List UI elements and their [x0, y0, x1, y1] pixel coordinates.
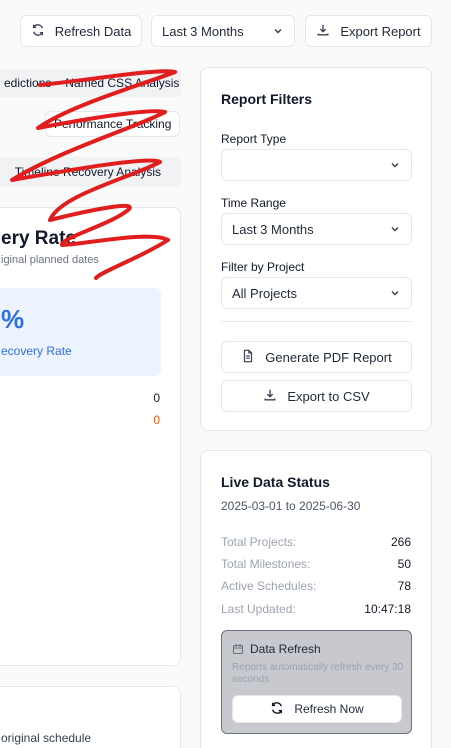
live-data-range: 2025-03-01 to 2025-06-30 [221, 499, 361, 513]
project-filter-value: All Projects [232, 285, 298, 301]
report-filters-card: Report Filters Report Type Time Range La… [200, 67, 432, 431]
stat-row: Total Projects: 266 [221, 535, 411, 549]
data-refresh-header: Data Refresh [232, 642, 321, 656]
export-report-button[interactable]: Export Report [305, 15, 432, 47]
stat-value: 10:47:18 [364, 602, 411, 616]
stat-row: Last Updated: 10:47:18 [221, 602, 411, 616]
tab-performance-tracking[interactable]: Performance Tracking [45, 111, 181, 137]
project-filter-select[interactable]: All Projects [221, 277, 412, 309]
chevron-down-icon [391, 226, 399, 232]
time-range-select[interactable]: Last 3 Months [221, 213, 412, 245]
generate-pdf-button[interactable]: Generate PDF Report [221, 341, 412, 373]
download-icon [316, 23, 330, 40]
stat-row: Total Milestones: 50 [221, 557, 411, 571]
stat-value: 78 [397, 579, 411, 593]
schedule-card: original schedule [0, 686, 181, 748]
stat-value: 50 [397, 557, 411, 571]
filters-divider [221, 321, 412, 322]
stat-key: Active Schedules: [221, 579, 317, 593]
recovery-rate-stat-label: ecovery Rate [1, 344, 72, 358]
stat-value: 266 [390, 535, 411, 549]
report-filters-title: Report Filters [221, 91, 313, 107]
refresh-now-label: Refresh Now [294, 702, 364, 716]
recovery-rate-subtitle: iginal planned dates [1, 254, 99, 266]
period-select[interactable]: Last 3 Months [151, 15, 295, 47]
download-icon [263, 388, 277, 405]
data-refresh-text: Reports automatically refresh every 30 s… [232, 662, 404, 685]
refresh-icon [31, 23, 45, 40]
live-data-status-card: Live Data Status 2025-03-01 to 2025-06-3… [200, 450, 432, 748]
export-csv-button[interactable]: Export to CSV [221, 380, 412, 412]
data-refresh-title: Data Refresh [250, 642, 321, 656]
time-range-label: Time Range [221, 196, 286, 210]
stat-row: Active Schedules: 78 [221, 579, 411, 593]
calendar-icon [232, 644, 244, 655]
recovery-value-a: 0 [153, 391, 160, 405]
refresh-now-button[interactable]: Refresh Now [232, 695, 402, 723]
refresh-data-button[interactable]: Refresh Data [20, 15, 142, 47]
live-data-title: Live Data Status [221, 474, 330, 490]
report-type-label: Report Type [221, 132, 287, 146]
chevron-down-icon [391, 290, 399, 296]
tab-timeline-recovery-label: Timeline Recovery Analysis [14, 165, 161, 179]
refresh-icon [270, 701, 284, 718]
report-type-select[interactable] [221, 149, 412, 181]
recovery-rate-card: ery Rate iginal planned dates % ecovery … [0, 207, 181, 666]
tab-timeline-recovery[interactable]: Timeline Recovery Analysis [0, 157, 181, 187]
generate-pdf-label: Generate PDF Report [265, 349, 392, 365]
stat-key: Last Updated: [221, 602, 296, 616]
recovery-rate-stat-value: % [1, 304, 25, 334]
chevron-down-icon [274, 28, 282, 34]
recovery-rate-stat-box: % ecovery Rate [0, 288, 161, 376]
tab-predictions[interactable]: edictions [4, 76, 51, 90]
stat-key: Total Milestones: [221, 557, 311, 571]
document-icon [241, 349, 255, 366]
schedule-card-text: original schedule [1, 731, 92, 745]
export-csv-label: Export to CSV [287, 388, 370, 404]
tab-named-css-analysis[interactable]: Named CSS Analysis [65, 76, 179, 90]
period-select-value: Last 3 Months [162, 23, 244, 39]
recovery-rate-title: ery Rate [1, 228, 76, 249]
recovery-value-b: 0 [153, 413, 160, 427]
time-range-value: Last 3 Months [232, 221, 314, 237]
tab-bar-row1: edictions Named CSS Analysis [0, 69, 181, 97]
export-report-label: Export Report [340, 23, 421, 39]
refresh-data-label: Refresh Data [54, 23, 132, 39]
chevron-down-icon [391, 162, 399, 168]
project-filter-label: Filter by Project [221, 260, 305, 274]
stat-key: Total Projects: [221, 535, 297, 549]
tab-performance-tracking-label: Performance Tracking [54, 117, 172, 131]
data-refresh-box: Data Refresh Reports automatically refre… [221, 630, 412, 734]
